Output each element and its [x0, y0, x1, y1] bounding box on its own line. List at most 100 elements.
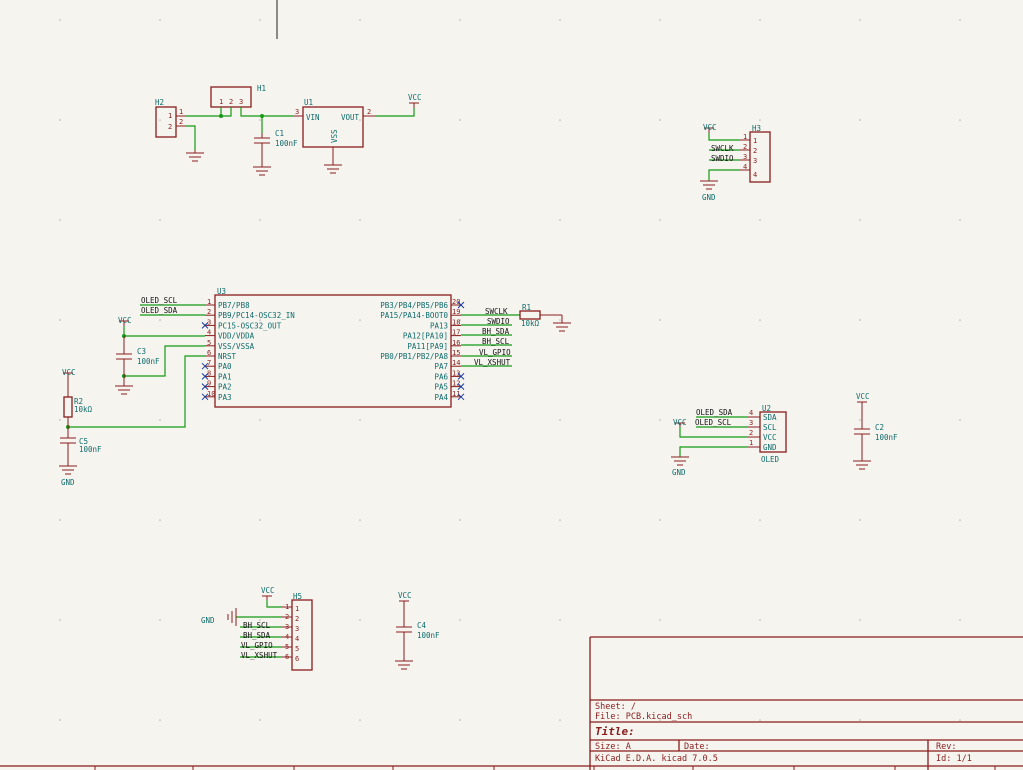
u3-pin-name: PA13 [430, 321, 448, 330]
component-c1[interactable]: C1 100nF [254, 129, 298, 167]
tb-file: File: PCB.kicad_sch [595, 712, 692, 722]
h5-pinname-1: 1 [295, 605, 299, 613]
component-h2[interactable]: 1 2 1 2 H2 [155, 98, 186, 138]
u3-pin-name: PB7/PB8 [218, 301, 250, 310]
tb-size: Size: A [595, 742, 631, 752]
tb-title: Title: [595, 725, 635, 738]
h2-pin-2: 2 [179, 118, 183, 126]
u3-right-pins: 20 PB3/PB4/PB5/PB6 19 PA15/PA14-BOOT0 18 PA13… [380, 298, 465, 402]
u3-pin-name: PA0 [218, 362, 232, 371]
component-u3[interactable]: U3 1 PB7/PB82 PB9/PC14-OSC32_IN3 PC15-OSC32… [201, 287, 465, 408]
u3-pin-name: PA4 [434, 393, 448, 402]
net-label-swdio: SWDIO [487, 317, 510, 326]
h3-pin-1: 1 [743, 133, 747, 141]
gnd-symbol: GND [59, 465, 77, 487]
tb-rev: Rev: [936, 742, 956, 752]
component-u1[interactable]: U1 VIN VOUT VSS 3 2 [293, 98, 375, 165]
u3-pin-name: PA1 [218, 372, 232, 381]
c3-value: 100nF [137, 357, 160, 366]
vcc-symbol: VCC [856, 392, 870, 406]
u3-pin-name: PA15/PA14-BOOT0 [380, 311, 448, 320]
junction [219, 114, 223, 118]
u2-pinname-scl: SCL [763, 423, 777, 432]
net-label-bh-sda: BH_SDA [482, 327, 510, 336]
u3-pin-name: VSS/VSSA [218, 342, 255, 351]
component-c4[interactable]: C4 100nF [396, 606, 440, 661]
net-label-oled-sda: OLED_SDA [696, 408, 733, 417]
u3-pin-name: PA7 [434, 362, 448, 371]
u3-pin-name: PB9/PC14-OSC32_IN [218, 311, 295, 320]
net-label-swclk: SWCLK [711, 144, 734, 153]
u3-pin-num: 14 [452, 359, 460, 367]
u1-vss: VSS [330, 129, 339, 143]
net-label-oled-sda: OLED_SDA [141, 306, 178, 315]
u3-pin-name: PA11[PA9] [407, 342, 448, 351]
wire [708, 133, 740, 141]
u3-pin-name: PA2 [218, 383, 232, 392]
vcc-label: VCC [118, 316, 132, 325]
gnd-symbol: GND [700, 180, 718, 202]
gnd-symbol [553, 322, 571, 332]
u3-pin-name: PA5 [434, 383, 448, 392]
net-label-bh-scl: BH_SCL [243, 621, 271, 630]
net-label-oled-scl: OLED_SCL [695, 418, 732, 427]
gnd-symbol: GND [671, 456, 689, 477]
r1-value: 10kΩ [521, 319, 540, 328]
title-block: Sheet: / File: PCB.kicad_sch Title: Size… [0, 636, 1023, 770]
h1-pin-1: 1 [219, 98, 223, 106]
u1-pin-2: 2 [367, 108, 371, 116]
tb-sheet: Sheet: / [595, 702, 636, 712]
schematic-sheet[interactable]: 1 2 3 H1 1 2 1 2 H2 C1 100nF U1 VIN VOUT… [0, 0, 1023, 770]
wire-vdd [123, 326, 205, 337]
u2-ref: U2 [762, 404, 771, 413]
component-c3[interactable]: C3 100nF [116, 336, 160, 386]
vcc-symbol: VCC [398, 591, 412, 606]
gnd-label: GND [702, 193, 716, 202]
u1-ref: U1 [304, 98, 313, 107]
gnd-symbol-rotated: GND [201, 608, 237, 626]
u3-pin-name: PB0/PB1/PB2/PA8 [380, 352, 448, 361]
component-h5[interactable]: H5 1 2 3 4 5 6 1 2 3 4 5 6 [282, 592, 313, 671]
u2-pin-3: 3 [749, 419, 753, 427]
u2-pin-2: 2 [749, 429, 753, 437]
component-u2[interactable]: U2 OLED 4 3 2 1 SDA SCL VCC GND [748, 404, 787, 464]
component-c5[interactable]: C5 100nF [60, 427, 102, 466]
component-r2[interactable]: R2 10kΩ [63, 378, 93, 427]
u3-pin-num: 20 [452, 298, 460, 306]
vcc-symbol: VCC [261, 586, 275, 600]
u3-pin-num: 2 [207, 308, 211, 316]
h1-pin-2: 2 [229, 98, 233, 106]
h5-pin-5: 5 [285, 643, 289, 651]
component-r1[interactable]: R1 10kΩ [519, 303, 563, 328]
u3-pin-num: 10 [207, 390, 215, 398]
h3-pin-4: 4 [743, 163, 747, 171]
vcc-label: VCC [261, 586, 275, 595]
h2-ref: H2 [155, 98, 164, 107]
c3-ref: C3 [137, 347, 146, 356]
h5-pin-1: 1 [285, 603, 289, 611]
grid-dots [59, 19, 961, 721]
u3-pin-name: PA12[PA10] [403, 332, 448, 341]
net-label-vl-xshut: VL_XSHUT [241, 651, 278, 660]
vcc-label: VCC [398, 591, 412, 600]
u2-pin-1: 1 [749, 439, 753, 447]
wire-gnd [679, 446, 748, 457]
component-h3[interactable]: H3 1 2 3 4 1 2 3 4 [740, 124, 771, 183]
h5-pin-2: 2 [285, 613, 289, 621]
h5-pinname-5: 5 [295, 645, 299, 653]
net-label-vl-xshut: VL_XSHUT [474, 358, 511, 367]
component-h1[interactable]: 1 2 3 H1 [210, 84, 266, 116]
tb-tool: KiCad E.D.A. kicad 7.0.5 [595, 754, 718, 764]
gnd-label: GND [61, 478, 75, 487]
vcc-symbol: VCC [118, 316, 132, 326]
component-c2[interactable]: C2 100nF [854, 406, 898, 461]
net-label-swdio: SWDIO [711, 154, 734, 163]
gnd-symbol [186, 150, 204, 162]
u2-pinname-vcc: VCC [763, 433, 777, 442]
u3-pin-num: 6 [207, 349, 211, 357]
u3-left-pins: 1 PB7/PB82 PB9/PC14-OSC32_IN3 PC15-OSC32_OU… [201, 298, 295, 402]
u2-pin-4: 4 [749, 409, 753, 417]
u3-pin-name: PC15-OSC32_OUT [218, 321, 282, 330]
h3-pinname-3: 3 [753, 157, 757, 165]
vcc-symbol: VCC [62, 368, 76, 378]
